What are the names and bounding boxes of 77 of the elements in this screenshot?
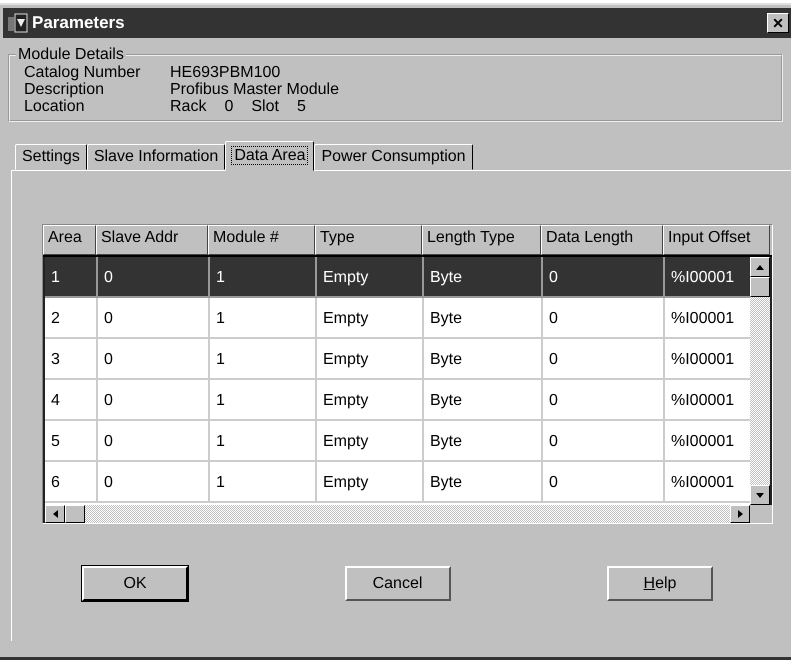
table-cell: 0 xyxy=(543,298,665,339)
detail-label: Location xyxy=(24,98,86,115)
down-arrow-icon xyxy=(756,492,764,498)
table-cell: Empty xyxy=(317,257,424,298)
up-arrow-icon xyxy=(756,264,764,270)
horizontal-scrollbar[interactable] xyxy=(45,505,750,523)
detail-value: Profibus Master Module xyxy=(170,81,339,98)
dialog-button[interactable]: Cancel xyxy=(344,566,450,601)
detail-value: Slot xyxy=(251,98,279,115)
column-header[interactable]: Length Type xyxy=(422,225,541,255)
detail-label: Catalog Number xyxy=(24,64,142,81)
table-cell: 0 xyxy=(543,257,665,298)
table-cell: 0 xyxy=(98,380,210,421)
table-cell: Empty xyxy=(317,421,424,462)
table-cell: Empty xyxy=(317,380,424,421)
table-cell: 0 xyxy=(543,462,665,503)
column-header[interactable]: Type xyxy=(315,225,422,255)
right-arrow-icon xyxy=(738,510,742,518)
table-cell: Empty xyxy=(317,339,424,380)
table-cell: Byte xyxy=(424,380,543,421)
table-cell: Byte xyxy=(424,257,543,298)
detail-value: 0 xyxy=(224,98,234,115)
detail-value: Rack xyxy=(170,98,206,115)
table-cell: 0 xyxy=(98,257,210,298)
table-cell: 0 xyxy=(98,339,210,380)
detail-label: Description xyxy=(24,81,106,98)
table-cell: Empty xyxy=(317,462,424,503)
table-cell: 2 xyxy=(45,298,98,339)
table-cell: 1 xyxy=(210,257,317,298)
table-cell: 0 xyxy=(98,421,210,462)
scroll-thumb[interactable] xyxy=(750,277,770,297)
table-cell: %I00001 xyxy=(665,257,750,298)
tab[interactable]: Settings xyxy=(15,144,87,170)
table-cell: 1 xyxy=(210,421,317,462)
table-cell: 4 xyxy=(45,380,98,421)
column-header[interactable]: Data Length xyxy=(541,225,663,255)
tab[interactable]: Data Area xyxy=(225,141,314,171)
tab[interactable]: Power Consumption xyxy=(314,144,473,170)
column-header[interactable]: Area xyxy=(43,225,96,255)
column-header[interactable]: Input Offset xyxy=(663,225,770,255)
table-cell: 0 xyxy=(543,380,665,421)
table-cell: 3 xyxy=(45,339,98,380)
table-cell: Byte xyxy=(424,462,543,503)
table-cell: 1 xyxy=(210,339,317,380)
table-cell: 0 xyxy=(543,421,665,462)
scroll-left-button[interactable] xyxy=(45,505,65,523)
table-cell: 1 xyxy=(210,380,317,421)
table-cell: Byte xyxy=(424,298,543,339)
table-cell: 1 xyxy=(45,257,98,298)
table-cell: 1 xyxy=(210,298,317,339)
scroll-up-button[interactable] xyxy=(750,257,770,277)
table-cell: 0 xyxy=(98,462,210,503)
scroll-thumb[interactable] xyxy=(65,505,85,523)
left-arrow-icon xyxy=(52,510,58,518)
table-cell: Byte xyxy=(424,421,543,462)
table-cell: 6 xyxy=(45,462,98,503)
column-header[interactable]: Slave Addr xyxy=(96,225,208,255)
detail-value: HE693PBM100 xyxy=(170,64,280,81)
dialog-button[interactable]: Help xyxy=(607,566,713,601)
table-cell: Empty xyxy=(317,298,424,339)
detail-value: 5 xyxy=(296,98,306,115)
table-cell: 0 xyxy=(543,339,665,380)
column-header[interactable]: Module # xyxy=(208,225,315,255)
table-cell: 5 xyxy=(45,421,98,462)
table-cell: 1 xyxy=(210,462,317,503)
tab[interactable]: Slave Information xyxy=(86,144,226,170)
group-title: Module Details xyxy=(17,46,125,64)
vertical-scrollbar[interactable] xyxy=(750,257,772,505)
app-icon xyxy=(7,13,29,33)
dialog-button[interactable]: OK xyxy=(82,566,188,601)
scroll-right-button[interactable] xyxy=(730,505,750,523)
table-cell: Byte xyxy=(424,339,543,380)
window-title: Parameters xyxy=(32,13,126,33)
scroll-down-button[interactable] xyxy=(750,485,770,505)
table-row[interactable]: 1 0 1 Empty Byte 0 %I00001 xyxy=(45,257,750,298)
close-button[interactable]: × xyxy=(767,13,789,33)
table-cell: 0 xyxy=(98,298,210,339)
